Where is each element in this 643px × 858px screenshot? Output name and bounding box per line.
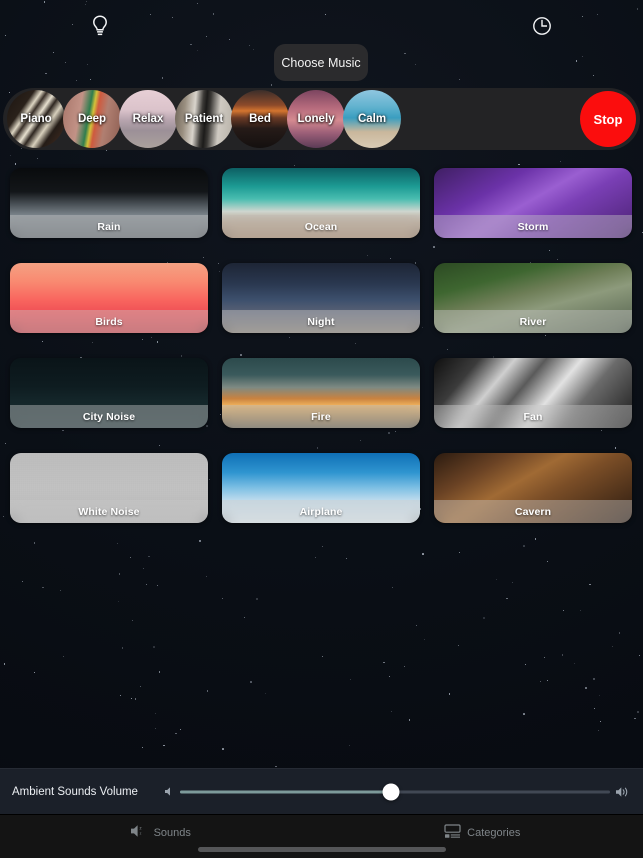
lightbulb-icon[interactable] [86, 12, 114, 40]
sound-card-label: Cavern [514, 505, 552, 518]
sound-card-label: City Noise [82, 410, 136, 423]
sound-card-rain[interactable]: Rain [10, 168, 208, 238]
sound-card-fan[interactable]: Fan [434, 358, 632, 428]
music-chip-label: Lonely [297, 113, 335, 125]
sound-card-label: Night [307, 315, 335, 328]
tab-sounds[interactable]: z z Sounds [0, 815, 322, 845]
sound-card-storm[interactable]: Storm [434, 168, 632, 238]
sound-card-label: River [519, 315, 547, 328]
sound-card-label-band: River [434, 310, 632, 333]
music-chip-relax[interactable]: Relax [119, 90, 177, 148]
app-root: Choose Music Piano Deep Relax Patient Bed Lon… [0, 0, 643, 858]
tab-sounds-label: Sounds [153, 826, 191, 839]
tab-categories[interactable]: Categories [322, 815, 643, 845]
speaker-sleep-icon: z z [130, 824, 148, 841]
sound-card-label-band: Night [222, 310, 420, 333]
sound-card-label: White Noise [78, 505, 140, 518]
sound-card-airplane[interactable]: Airplane [222, 453, 420, 523]
sound-card-birds[interactable]: Birds [10, 263, 208, 333]
svg-text:z: z [139, 832, 141, 836]
sound-card-grid: Rain Ocean Storm Birds Night River City Noise F… [10, 168, 633, 523]
sound-card-label-band: Rain [10, 215, 208, 238]
ambient-volume-bar: Ambient Sounds Volume [0, 768, 643, 814]
volume-label: Ambient Sounds Volume [12, 785, 138, 798]
music-chip-deep[interactable]: Deep [63, 90, 121, 148]
music-chip-calm[interactable]: Calm [343, 90, 401, 148]
bottom-tab-bar: z z Sounds Categories [0, 814, 643, 858]
sound-card-label-band: City Noise [10, 405, 208, 428]
sound-card-label: Ocean [304, 220, 338, 233]
svg-text:z: z [139, 826, 142, 831]
sound-card-label: Birds [95, 315, 123, 328]
music-chip-label: Piano [20, 113, 52, 125]
music-chip-bed[interactable]: Bed [231, 90, 289, 148]
sound-card-label: Fan [523, 410, 543, 423]
music-chip-label: Relax [132, 113, 164, 125]
sound-card-label-band: Storm [434, 215, 632, 238]
categories-list-icon [444, 823, 461, 842]
sound-card-label: Fire [311, 410, 331, 423]
sound-card-label: Airplane [299, 505, 343, 518]
music-chip-label: Bed [249, 113, 271, 125]
sound-card-label: Rain [97, 220, 121, 233]
choose-music-button[interactable]: Choose Music [274, 44, 368, 81]
sound-card-cavern[interactable]: Cavern [434, 453, 632, 523]
sound-card-label-band: Birds [10, 310, 208, 333]
tab-categories-label: Categories [467, 826, 521, 839]
sound-card-label-band: Ocean [222, 215, 420, 238]
sound-card-white-noise[interactable]: White Noise [10, 453, 208, 523]
music-chip-label: Calm [357, 113, 387, 125]
slider-track-fill [179, 790, 391, 793]
music-chips-bar: Piano Deep Relax Patient Bed Lonely Calm Stop [3, 88, 640, 150]
sound-card-label-band: Fan [434, 405, 632, 428]
clock-icon[interactable] [528, 12, 556, 40]
sound-card-ocean[interactable]: Ocean [222, 168, 420, 238]
music-chip-label: Patient [184, 113, 224, 125]
music-chip-lonely[interactable]: Lonely [287, 90, 345, 148]
sound-card-label-band: White Noise [10, 500, 208, 523]
sound-card-fire[interactable]: Fire [222, 358, 420, 428]
sound-card-night[interactable]: Night [222, 263, 420, 333]
music-chip-label: Deep [77, 113, 107, 125]
speaker-high-icon [616, 786, 630, 798]
music-chip-piano[interactable]: Piano [7, 90, 65, 148]
volume-slider[interactable] [179, 781, 610, 803]
slider-thumb[interactable] [382, 783, 400, 800]
home-indicator [197, 847, 446, 852]
top-icon-bar [0, 0, 643, 48]
sound-card-river[interactable]: River [434, 263, 632, 333]
sound-card-label: Storm [517, 220, 549, 233]
music-chip-patient[interactable]: Patient [175, 90, 233, 148]
music-chips-list: Piano Deep Relax Patient Bed Lonely Calm [7, 90, 405, 148]
sound-card-label-band: Cavern [434, 500, 632, 523]
stop-button[interactable]: Stop [580, 91, 636, 147]
sound-card-city-noise[interactable]: City Noise [10, 358, 208, 428]
sound-card-label-band: Fire [222, 405, 420, 428]
sound-card-label-band: Airplane [222, 500, 420, 523]
speaker-low-icon [164, 786, 174, 797]
